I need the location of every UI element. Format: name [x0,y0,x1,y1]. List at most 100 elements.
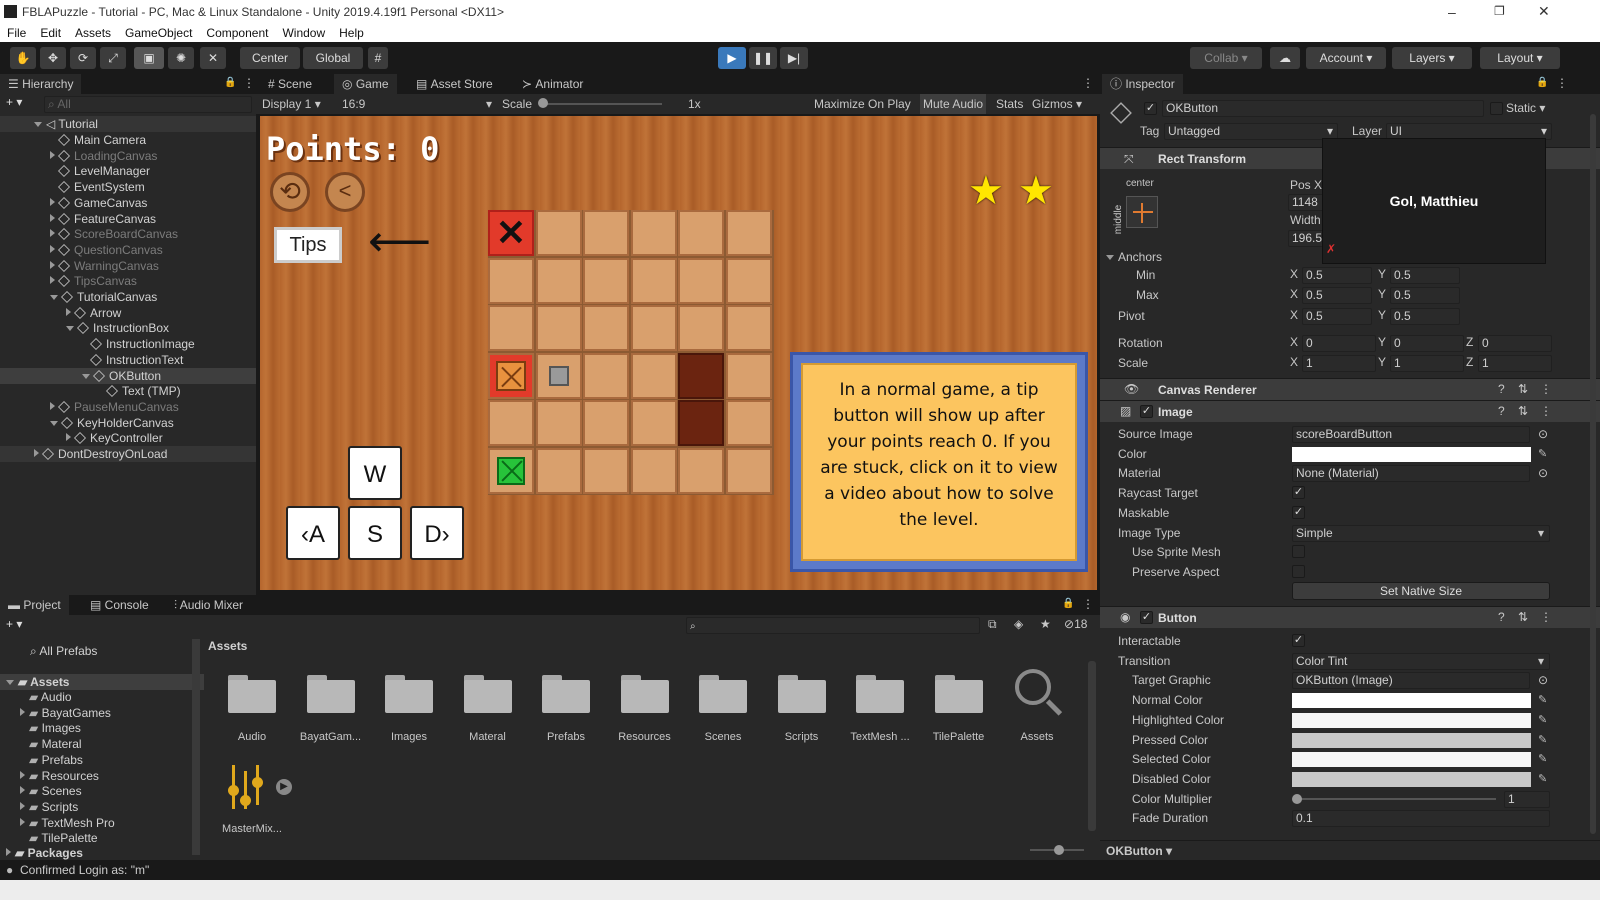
object-picker-icon[interactable]: ⊙ [1538,466,1548,480]
maximize-on-play-toggle[interactable]: Maximize On Play [814,94,911,114]
hierarchy-item[interactable]: QuestionCanvas [0,242,256,258]
menu-gameobject[interactable]: GameObject [118,24,199,42]
eyedropper-icon[interactable]: ✎ [1538,694,1550,706]
hierarchy-item[interactable]: PauseMenuCanvas [0,399,256,415]
property-input[interactable]: 0.1 [1292,810,1550,828]
pivot-center-toggle[interactable]: Center [240,47,300,69]
transform-input[interactable]: 0.5 [1302,267,1372,284]
kebab-menu-icon[interactable]: ⋮ [1540,382,1552,396]
tab-scene[interactable]: # Scene [260,74,320,94]
project-folder-item[interactable]: ▰ BayatGames [0,705,190,721]
tab-project[interactable]: ▬ Project [0,595,69,615]
color-swatch[interactable] [1292,771,1531,787]
color-swatch[interactable] [1292,712,1531,728]
menu-edit[interactable]: Edit [33,24,68,42]
hierarchy-item[interactable]: InstructionText [0,352,256,368]
hierarchy-item[interactable]: WarningCanvas [0,258,256,274]
scale-tool-icon[interactable]: ⤢ [100,47,126,69]
aspect-dropdown[interactable]: 16:9 ▾ [342,94,492,114]
hidden-packages-icon[interactable]: ⊘18 [1064,617,1087,631]
key-d[interactable]: D› [410,506,464,560]
eyedropper-icon[interactable]: ✎ [1538,773,1550,785]
hierarchy-item[interactable]: Main Camera [0,132,256,148]
property-checkbox[interactable]: ✓ [1292,505,1305,519]
rotate-tool-icon[interactable]: ⟳ [70,47,96,69]
layers-dropdown[interactable]: Layers ▾ [1392,47,1472,69]
lock-icon[interactable]: 🔒 [1062,598,1074,609]
transform-input[interactable]: 0.5 [1302,287,1372,304]
transform-input[interactable]: 1 [1302,355,1376,372]
anchor-presets-button[interactable] [1126,196,1158,228]
property-checkbox[interactable]: ✓ [1292,486,1305,500]
layout-dropdown[interactable]: Layout ▾ [1480,47,1560,69]
collab-dropdown[interactable]: Collab ▾ [1190,47,1262,69]
help-icon[interactable]: ? [1498,610,1505,624]
color-swatch[interactable] [1292,752,1531,768]
audio-mixer-icon[interactable]: ▶ [228,765,292,809]
key-s[interactable]: S [348,506,402,560]
kebab-menu-icon[interactable]: ⋮ [1082,76,1094,90]
folder-icon[interactable] [856,675,904,713]
hierarchy-item[interactable]: ScoreBoardCanvas [0,226,256,242]
maximize-button[interactable]: ❐ [1494,4,1505,18]
folder-icon[interactable] [620,675,669,713]
hierarchy-item[interactable]: TutorialCanvas [0,289,256,305]
gizmos-dropdown[interactable]: Gizmos ▾ [1032,94,1082,114]
transform-tool-icon[interactable]: ✺ [168,47,194,69]
kebab-menu-icon[interactable]: ⋮ [1082,597,1094,611]
display-dropdown[interactable]: Display 1 ▾ [262,94,321,114]
back-button[interactable]: < [325,172,365,212]
stats-toggle[interactable]: Stats [996,94,1023,114]
cloud-button[interactable]: ☁ [1270,47,1300,69]
eyedropper-icon[interactable]: ✎ [1538,448,1550,460]
restart-button[interactable]: ⟲ [270,172,310,212]
button-enabled-checkbox[interactable]: ✓ [1140,611,1153,624]
anchors-row[interactable]: Anchors [1100,247,1600,267]
inspector-scrollbar[interactable] [1590,114,1596,834]
menu-component[interactable]: Component [199,24,275,42]
tips-button[interactable]: Tips [274,227,342,263]
transform-input[interactable]: 1 [1478,355,1552,372]
color-swatch[interactable] [1292,732,1531,748]
transform-input[interactable]: 0 [1390,335,1464,352]
favorite-star-icon[interactable]: ★ [1040,617,1051,631]
project-folder-item[interactable]: ▰ Images [0,720,190,736]
grid-scrollbar[interactable] [1088,661,1096,831]
property-input[interactable]: None (Material) [1292,465,1530,483]
kebab-menu-icon[interactable]: ⋮ [1556,76,1568,90]
grid-snap-icon[interactable]: # [368,47,388,69]
project-folder-item[interactable]: ▰ Audio [0,689,190,705]
pause-button[interactable]: ❚❚ [749,47,777,69]
hierarchy-item[interactable]: FeatureCanvas [0,211,256,227]
icon-size-thumb[interactable] [1054,845,1064,855]
menu-assets[interactable]: Assets [68,24,118,42]
scale-slider-thumb[interactable] [538,98,548,108]
project-folder-item[interactable]: ▰ Prefabs [0,752,190,768]
set-native-size-button[interactable]: Set Native Size [1292,582,1550,600]
hand-tool-icon[interactable]: ✋ [10,47,36,69]
transform-input[interactable]: 0.5 [1390,308,1460,325]
close-button[interactable]: ✕ [1538,3,1550,20]
scene-row[interactable]: ◁ Tutorial [0,116,256,132]
hierarchy-search-input[interactable]: ⌕ All [44,96,252,113]
folder-icon[interactable] [463,675,512,713]
hierarchy-item[interactable]: LoadingCanvas [0,148,256,164]
folder-icon[interactable] [228,675,276,713]
project-folder-item[interactable]: ▰ Scenes [0,783,190,799]
tab-hierarchy[interactable]: ☰ Hierarchy [0,74,82,94]
kebab-menu-icon[interactable]: ⋮ [1540,404,1552,418]
hierarchy-item[interactable]: TipsCanvas [0,273,256,289]
project-folder-item[interactable]: ▰ TilePalette [0,830,190,846]
property-checkbox[interactable] [1292,545,1305,559]
lock-icon[interactable]: 🔒 [1536,77,1548,88]
folder-icon[interactable] [699,675,747,713]
hierarchy-item[interactable]: EventSystem [0,179,256,195]
kebab-menu-icon[interactable]: ⋮ [1540,610,1552,624]
transform-input[interactable]: 1 [1390,355,1464,372]
key-a[interactable]: ‹A [286,506,340,560]
tab-asset-store[interactable]: ▤ Asset Store [408,74,501,94]
search-icon[interactable] [1015,669,1051,705]
key-w[interactable]: W [348,446,402,500]
tab-game[interactable]: ◎ Game [334,74,397,94]
transform-input[interactable]: 0.5 [1390,267,1460,284]
